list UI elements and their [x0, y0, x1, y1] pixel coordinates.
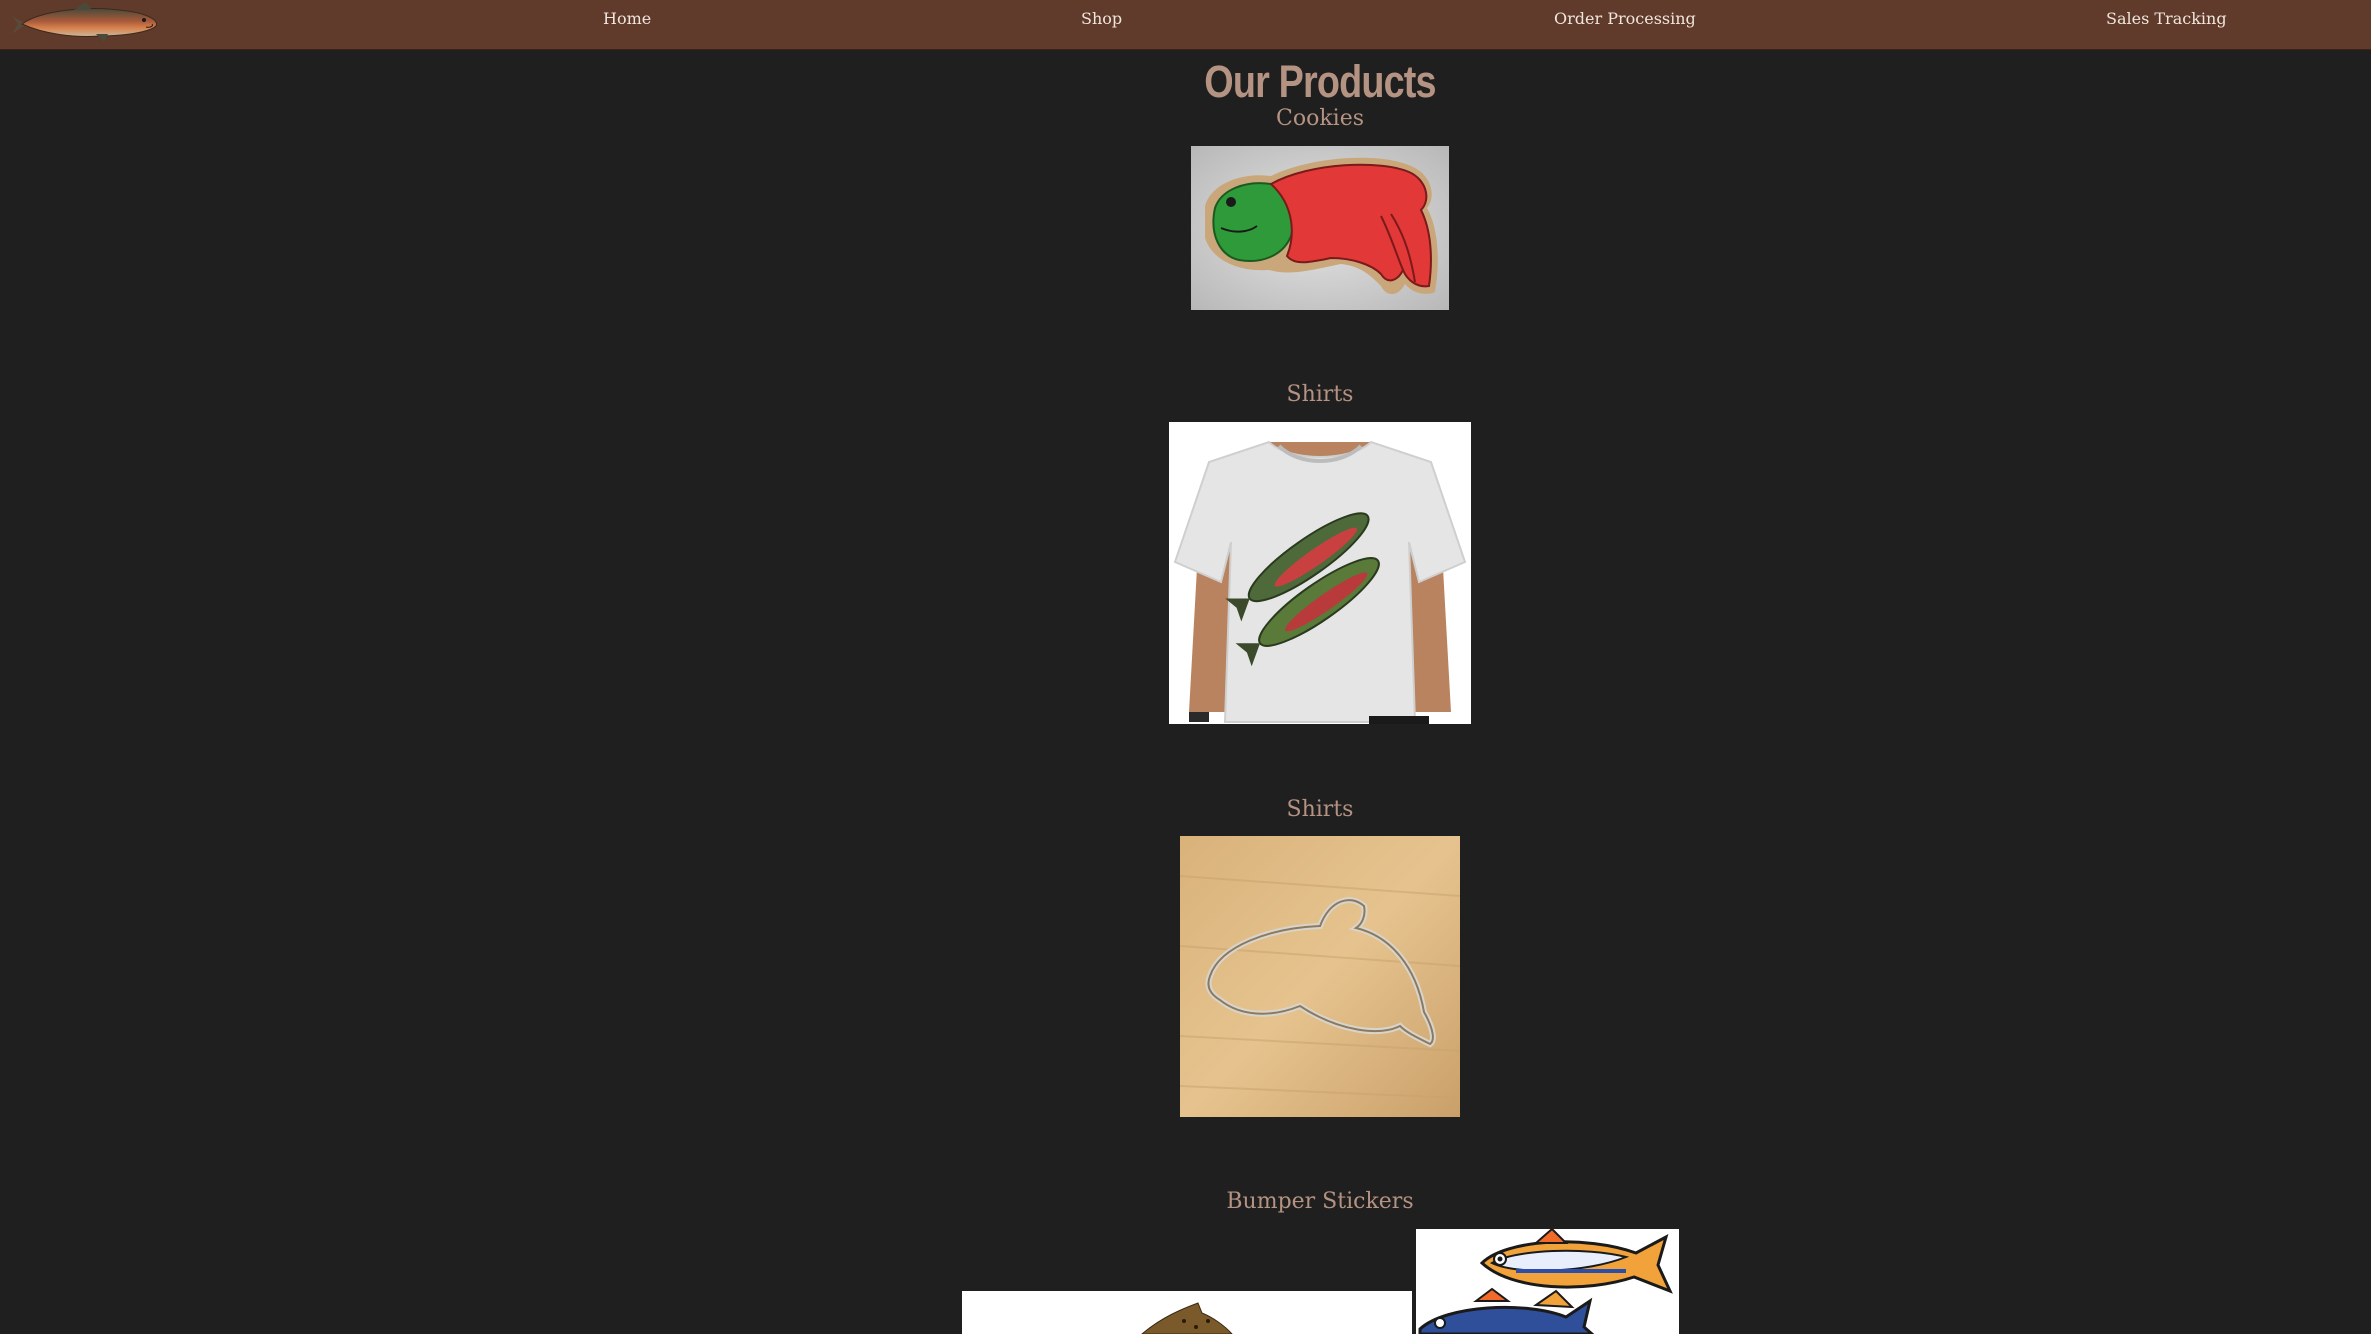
- salmon-cookie-cutter-image: [1180, 836, 1460, 1117]
- bumper-sticker-image-1[interactable]: [962, 1291, 1412, 1334]
- salmon-shirt-image: [1169, 422, 1471, 724]
- category-label-bumper-stickers: Bumper Stickers: [1226, 1189, 1414, 1214]
- bumper-sticker-image-2[interactable]: [1416, 1229, 1679, 1334]
- fish-sticker-icon: [1416, 1229, 1679, 1334]
- top-navbar: Home Shop Order Processing Sales Trackin…: [0, 0, 2371, 50]
- cookie-cutter-product-image[interactable]: [1180, 836, 1460, 1117]
- category-label-shirts: Shirts: [1286, 382, 1354, 407]
- fish-sticker-images: [962, 1291, 1412, 1334]
- nav-order-processing-link[interactable]: Order Processing: [1554, 9, 1696, 28]
- category-label-shirts-2: Shirts: [1286, 797, 1354, 822]
- nav-home-link[interactable]: Home: [603, 9, 651, 28]
- nav-shop-link[interactable]: Shop: [1081, 9, 1122, 28]
- page-title: Our Products: [1204, 56, 1436, 107]
- cookie-product-image[interactable]: [1191, 146, 1449, 310]
- salmon-logo-icon[interactable]: [4, 0, 160, 44]
- salmon-cookie-image: [1191, 146, 1449, 310]
- shirt-product-image[interactable]: [1169, 422, 1471, 724]
- category-label-cookies: Cookies: [1276, 106, 1364, 131]
- nav-sales-tracking-link[interactable]: Sales Tracking: [2106, 9, 2227, 28]
